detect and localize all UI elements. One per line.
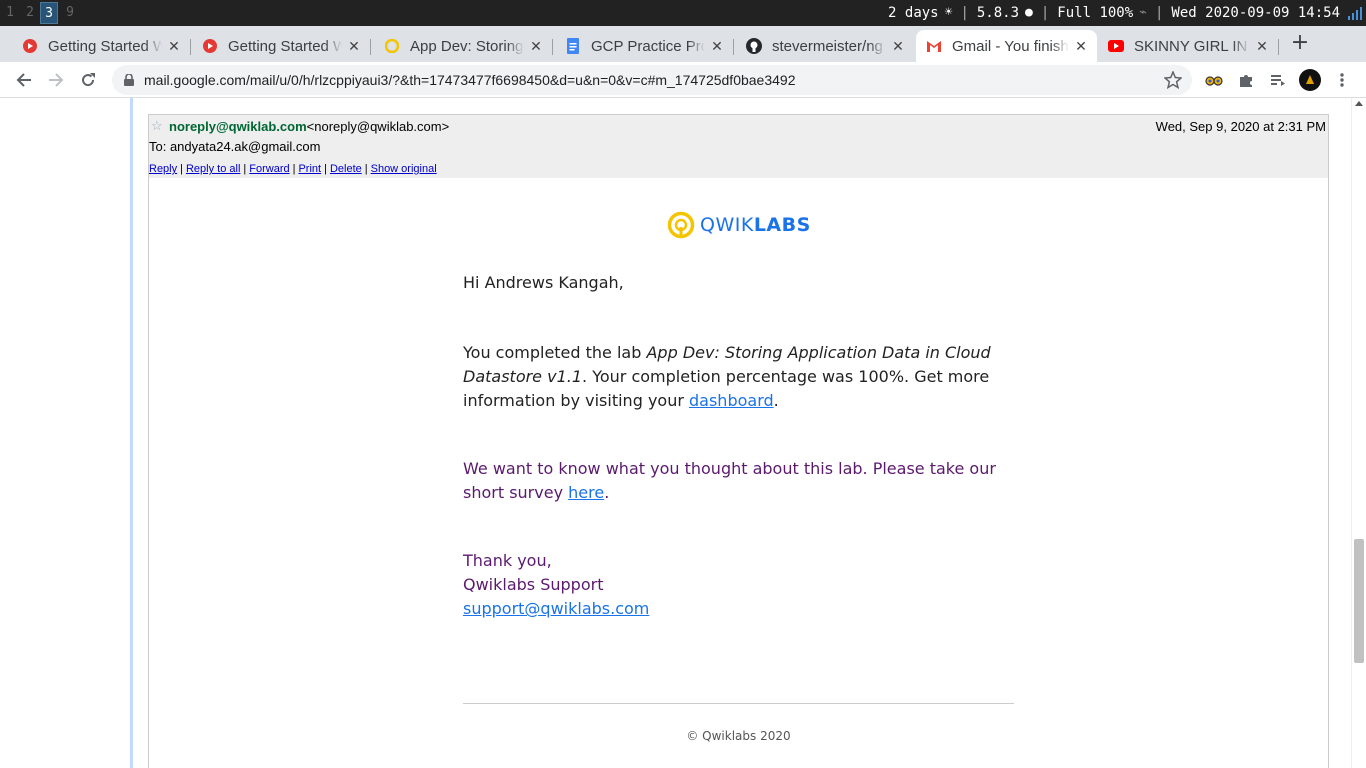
lock-icon (124, 74, 136, 86)
workspace-1[interactable]: 1 (1, 2, 19, 24)
close-icon[interactable]: ✕ (346, 38, 362, 54)
reload-button[interactable] (76, 68, 100, 92)
message-date: Wed, Sep 9, 2020 at 2:31 PM (1155, 119, 1326, 134)
system-status-bar: 1 2 3 9 2 days ☀ | 5.8.3 ● | Full 100% ⌁… (0, 0, 1366, 26)
media-queue-icon[interactable] (1266, 68, 1290, 92)
tab-title: stevermeister/ng (772, 37, 883, 55)
message-actions: Reply | Reply to all | Forward | Print | Delete |… (149, 163, 437, 175)
tab-title: App Dev: Storing (410, 37, 524, 55)
support-email-link[interactable]: support@qwiklabs.com (463, 599, 649, 618)
browser-tab[interactable]: Getting Started W ✕ (180, 30, 371, 62)
completion-paragraph: You completed the lab App Dev: Storing A… (463, 343, 991, 410)
star-icon[interactable]: ☆ (151, 118, 163, 134)
qwiklabs-wordmark: QWIKLABS (700, 214, 811, 236)
reload-icon (82, 73, 95, 87)
bookmark-star-icon[interactable] (1163, 70, 1183, 93)
uptime-text: 2 days (888, 5, 939, 21)
qwiklabs-logo: QWIKLABS (667, 210, 811, 240)
signature: Thank you, Qwiklabs Support support@qwik… (463, 549, 649, 621)
reply-link[interactable]: Reply (149, 163, 177, 175)
email-message: ☆ noreply@qwiklab.com<noreply@qwiklab.co… (148, 114, 1329, 768)
github-icon (746, 38, 762, 54)
browser-tab-active[interactable]: Gmail - You finish ✕ (916, 30, 1097, 62)
show-original-link[interactable]: Show original (371, 163, 437, 175)
scroll-up-arrow[interactable] (1355, 101, 1363, 106)
close-icon[interactable]: ✕ (1254, 38, 1270, 54)
youtube-icon (1108, 38, 1124, 54)
close-icon[interactable]: ✕ (890, 38, 906, 54)
arrow-right-icon (49, 73, 64, 87)
page-scrollbar[interactable] (1351, 98, 1366, 768)
close-icon[interactable]: ✕ (528, 38, 544, 54)
close-icon[interactable]: ✕ (1073, 38, 1089, 54)
tab-title: SKINNY GIRL IN T (1134, 37, 1250, 55)
plug-icon: ⌁ (1139, 5, 1147, 20)
battery-status: Full 100% (1057, 5, 1134, 21)
menu-kebab-icon[interactable] (1330, 68, 1354, 92)
weather-icon: ☀ (944, 5, 953, 20)
status-indicators: 2 days ☀ | 5.8.3 ● | Full 100% ⌁ | Wed 2… (888, 0, 1362, 26)
google-docs-icon (565, 38, 581, 54)
close-icon[interactable]: ✕ (709, 38, 725, 54)
survey-paragraph: We want to know what you thought about t… (463, 459, 996, 502)
extensions-puzzle-icon[interactable] (1234, 68, 1258, 92)
new-tab-button[interactable]: + (1290, 32, 1310, 54)
workspace-3[interactable]: 3 (40, 2, 58, 24)
copyright: © Qwiklabs 2020 (686, 729, 791, 743)
browser-toolbar: mail.google.com/mail/u/0/h/rlzcppiyaui3/… (0, 62, 1366, 98)
kernel-version: 5.8.3 (976, 5, 1020, 21)
extension-glasses-icon[interactable] (1202, 68, 1226, 92)
workspace-2[interactable]: 2 (21, 2, 39, 24)
sender-name: noreply@qwiklab.com (169, 119, 307, 134)
wifi-signal-icon (1348, 6, 1362, 20)
browser-tab[interactable]: Getting Started W ✕ (0, 30, 191, 62)
footer-divider (463, 703, 1014, 704)
browser-tab[interactable]: stevermeister/ng ✕ (724, 30, 914, 62)
recipient: To: andyata24.ak@gmail.com (149, 139, 321, 154)
reply-all-link[interactable]: Reply to all (186, 163, 240, 175)
forward-link[interactable]: Forward (249, 163, 289, 175)
tab-title: Getting Started W (48, 37, 162, 55)
profile-avatar[interactable] (1298, 68, 1322, 92)
sign-team: Qwiklabs Support (463, 575, 604, 594)
sender: noreply@qwiklab.com<noreply@qwiklab.com> (169, 119, 449, 134)
address-bar[interactable]: mail.google.com/mail/u/0/h/rlzcppiyaui3/… (112, 65, 1192, 95)
sign-thanks: Thank you, (463, 551, 552, 570)
browser-tab-strip: Getting Started W ✕ Getting Started W ✕ … (0, 26, 1366, 62)
back-button[interactable] (12, 68, 36, 92)
gmail-icon (926, 38, 942, 54)
youtube-circle-icon (22, 38, 38, 54)
tab-title: Getting Started W (228, 37, 342, 55)
delete-link[interactable]: Delete (330, 163, 362, 175)
qwiklabs-logo-icon (667, 211, 695, 239)
message-header: ☆ noreply@qwiklab.com<noreply@qwiklab.co… (149, 115, 1328, 178)
arrow-left-icon (16, 73, 31, 87)
forward-button[interactable] (44, 68, 68, 92)
sender-address: <noreply@qwiklab.com> (306, 119, 450, 134)
browser-tab[interactable]: GCP Practice Proj ✕ (543, 30, 734, 62)
youtube-circle-icon (202, 38, 218, 54)
clock: Wed 2020-09-09 14:54 (1171, 5, 1340, 21)
browser-tab[interactable]: SKINNY GIRL IN T ✕ (1098, 30, 1279, 62)
workspace-9[interactable]: 9 (61, 2, 79, 24)
greeting: Hi Andrews Kangah, (463, 273, 624, 292)
left-rail (130, 98, 133, 768)
tab-title: GCP Practice Proj (591, 37, 705, 55)
linux-icon: ● (1025, 5, 1033, 20)
survey-link[interactable]: here (568, 483, 604, 502)
scrollbar-thumb[interactable] (1354, 539, 1364, 663)
gmail-page: ☆ noreply@qwiklab.com<noreply@qwiklab.co… (0, 98, 1366, 768)
print-link[interactable]: Print (298, 163, 321, 175)
url-text: mail.google.com/mail/u/0/h/rlzcppiyaui3/… (144, 72, 796, 88)
dashboard-link[interactable]: dashboard (689, 391, 774, 410)
browser-tab[interactable]: App Dev: Storing ✕ (362, 30, 553, 62)
tab-title: Gmail - You finish (952, 37, 1069, 55)
qwiklabs-icon (384, 38, 400, 54)
